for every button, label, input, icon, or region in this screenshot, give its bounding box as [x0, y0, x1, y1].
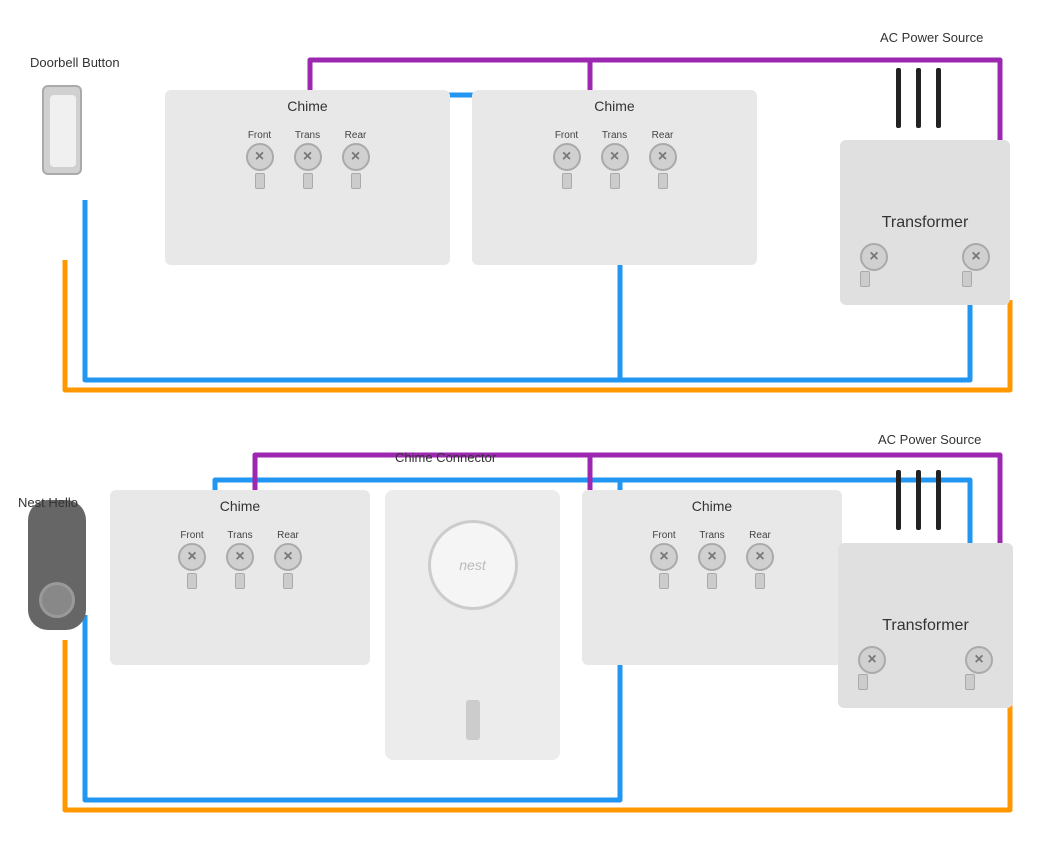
bottom-chime1-box: Chime Front Trans Rear — [110, 490, 370, 665]
doorbell-button-label: Doorbell Button — [30, 55, 120, 72]
top-chime1-label: Chime — [287, 98, 327, 114]
top-ac-line2 — [916, 68, 921, 128]
wiring-diagram: Doorbell Button Chime Front Trans Rear — [0, 0, 1057, 852]
top-chime2-label: Chime — [594, 98, 634, 114]
top-chime1-trans-terminal: Trans — [294, 130, 322, 189]
top-chime1-front-terminal: Front — [246, 130, 274, 189]
bottom-ac-line2 — [916, 470, 921, 530]
connector-wire-exit — [466, 700, 480, 740]
top-chime2-terminals: Front Trans Rear — [553, 130, 677, 189]
top-ac-line1 — [896, 68, 901, 128]
bottom-transformer-box: Transformer — [838, 543, 1013, 708]
bottom-chime1-front-terminal: Front — [178, 530, 206, 589]
bottom-chime2-terminals: Front Trans Rear — [650, 530, 774, 589]
bottom-chime2-front-terminal: Front — [650, 530, 678, 589]
bottom-chime2-label: Chime — [692, 498, 732, 514]
top-chime1-rear-terminal: Rear — [342, 130, 370, 189]
top-transformer-terminal-left — [860, 243, 888, 287]
top-chime1-box: Chime Front Trans Rear — [165, 90, 450, 265]
top-chime2-box: Chime Front Trans Rear — [472, 90, 757, 265]
top-ac-power-label: AC Power Source — [880, 30, 983, 47]
top-transformer-label: Transformer — [882, 214, 969, 232]
bottom-transformer-terminal-right — [965, 646, 993, 690]
bottom-ac-line1 — [896, 470, 901, 530]
top-transformer-terminal-right — [962, 243, 990, 287]
top-chime2-trans-terminal: Trans — [601, 130, 629, 189]
top-chime2-rear-terminal: Rear — [649, 130, 677, 189]
chime-connector-circle: nest — [428, 520, 518, 610]
bottom-transformer-label: Transformer — [882, 617, 969, 635]
nest-hello-label: Nest Hello — [18, 495, 78, 512]
bottom-chime1-rear-terminal: Rear — [274, 530, 302, 589]
bottom-chime2-rear-terminal: Rear — [746, 530, 774, 589]
nest-hello-device — [28, 500, 86, 630]
top-ac-line3 — [936, 68, 941, 128]
bottom-chime1-label: Chime — [220, 498, 260, 514]
bottom-chime2-box: Chime Front Trans Rear — [582, 490, 842, 665]
top-transformer-box: Transformer — [840, 140, 1010, 305]
bottom-ac-power-label: AC Power Source — [878, 432, 981, 449]
bottom-ac-line3 — [936, 470, 941, 530]
chime-connector-label: Chime Connector — [395, 450, 496, 467]
doorbell-button — [42, 85, 82, 175]
nest-hello-camera — [39, 582, 75, 618]
bottom-transformer-terminal-left — [858, 646, 886, 690]
top-chime2-front-terminal: Front — [553, 130, 581, 189]
bottom-chime2-trans-terminal: Trans — [698, 530, 726, 589]
chime-connector-area: nest — [385, 490, 560, 760]
bottom-chime1-trans-terminal: Trans — [226, 530, 254, 589]
top-chime1-terminals: Front Trans Rear — [246, 130, 370, 189]
bottom-chime1-terminals: Front Trans Rear — [178, 530, 302, 589]
